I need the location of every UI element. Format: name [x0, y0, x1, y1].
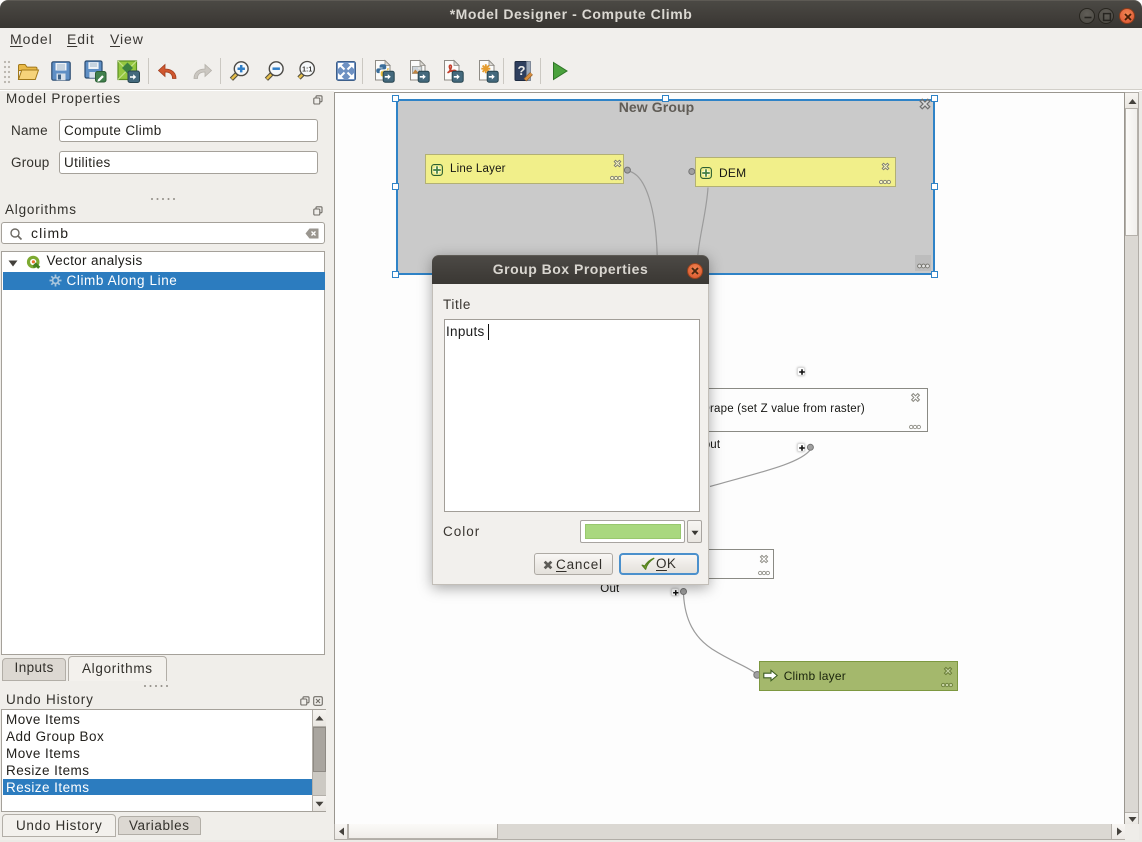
svg-text:1:1: 1:1 — [302, 66, 312, 73]
svg-text:?: ? — [518, 63, 526, 78]
